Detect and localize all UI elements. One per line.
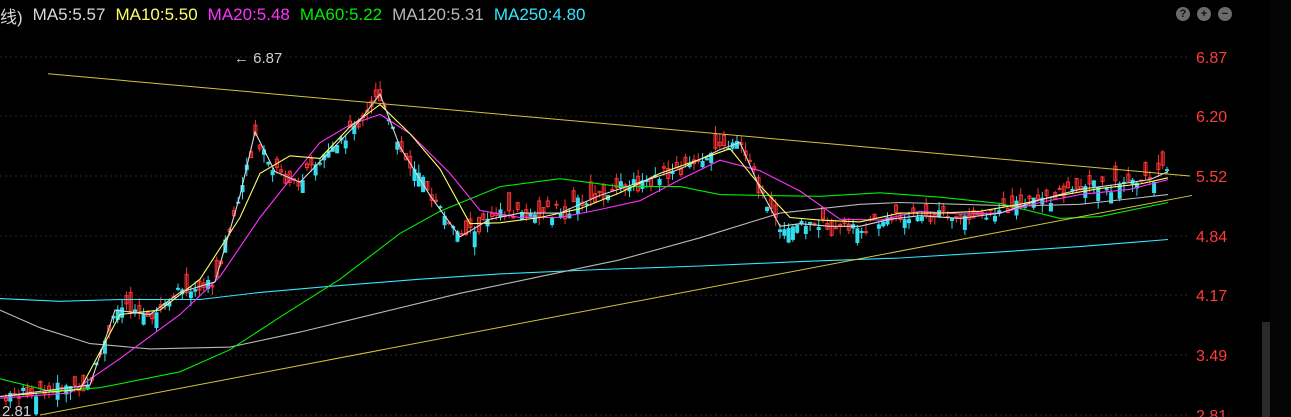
- legend-ma60: MA60:5.22: [299, 5, 383, 24]
- candle-body: [984, 217, 989, 220]
- candle-body: [915, 216, 920, 222]
- candle-body: [1057, 187, 1062, 190]
- candle-body: [300, 180, 305, 193]
- candle-body: [735, 140, 739, 149]
- chart-controls: ? + −: [1176, 7, 1232, 21]
- annotations: ← 6.87 2.81: [2, 50, 282, 417]
- candle-body: [1096, 187, 1101, 201]
- trendlines: [39, 73, 1193, 416]
- candle-body: [511, 216, 516, 219]
- candle-body: [528, 213, 533, 217]
- trendline-upper: [47, 73, 1191, 177]
- candle-body: [778, 229, 782, 232]
- candle-body: [855, 228, 860, 243]
- candle-body: [459, 233, 464, 236]
- legend-ma20: MA20:5.48: [207, 5, 290, 24]
- candle-body: [937, 210, 942, 218]
- side-panel-edge: [1270, 0, 1291, 417]
- y-tick-label: 3.49: [1196, 348, 1227, 365]
- candle-body: [335, 145, 340, 154]
- ma-line-ma10: [0, 103, 1169, 398]
- candle-body: [1104, 188, 1109, 191]
- candle-body: [1152, 182, 1157, 193]
- candle-body: [550, 217, 555, 226]
- y-tick-label: 2.81: [1196, 408, 1227, 417]
- ma-legend: 线) MA5:5.57 MA10:5.50 MA20:5.48 MA60:5.2…: [0, 0, 1180, 30]
- candle-body: [790, 226, 795, 240]
- help-icon[interactable]: ?: [1176, 7, 1190, 21]
- candle-body: [154, 312, 159, 329]
- candle-body: [803, 225, 808, 234]
- candle-body: [993, 215, 997, 222]
- candle-body: [881, 221, 886, 227]
- candle-body: [120, 307, 125, 318]
- candle-body: [950, 218, 954, 222]
- candle-body: [188, 291, 193, 299]
- candle-body: [919, 216, 924, 222]
- candle-body: [141, 313, 146, 325]
- legend-ma10: MA10:5.50: [115, 5, 198, 24]
- ma-line-ma60: [0, 178, 1169, 392]
- scrollbar[interactable]: [1262, 322, 1270, 417]
- candle-body: [1070, 188, 1075, 191]
- candle-body: [859, 230, 864, 233]
- legend-ma120: MA120:5.31: [392, 5, 484, 24]
- moving-average-lines: [0, 92, 1169, 399]
- candle-body: [472, 231, 477, 248]
- candle-body: [270, 170, 275, 176]
- candle-body: [193, 289, 198, 292]
- legend-prefix: 线): [0, 7, 23, 27]
- candle-body: [266, 162, 271, 165]
- candle-body: [657, 179, 662, 186]
- ma-line-ma250: [0, 238, 1169, 302]
- candle-body: [782, 229, 787, 236]
- price-chart: 6.87 6.20 5.52 4.84 4.17 3.49 2.81 ← 6.87 2.81: [0, 50, 1227, 417]
- candle-body: [902, 219, 907, 229]
- candle-body: [876, 224, 881, 229]
- trendline-lower: [39, 194, 1193, 416]
- y-axis-ticks: 6.87 6.20 5.52 4.84 4.17 3.49 2.81: [1196, 50, 1227, 417]
- candle-body: [1165, 169, 1169, 172]
- candle-body: [343, 140, 348, 149]
- y-tick-label: 5.52: [1196, 169, 1227, 186]
- y-tick-label: 4.84: [1196, 229, 1227, 246]
- candle-body: [747, 159, 752, 162]
- y-tick-label: 4.17: [1196, 288, 1227, 305]
- candle-body: [34, 396, 39, 415]
- legend-ma250: MA250:4.80: [493, 5, 586, 24]
- low-annotation: 2.81: [2, 403, 31, 417]
- candle-body: [795, 224, 800, 233]
- candle-body: [16, 396, 21, 399]
- grid: [0, 56, 1190, 416]
- candle-body: [700, 161, 705, 168]
- candle-body: [786, 228, 791, 243]
- high-annotation: ← 6.87: [234, 50, 282, 67]
- candle-body: [907, 219, 911, 224]
- candle-body: [816, 227, 821, 231]
- candle-body: [864, 231, 868, 234]
- ma-line-ma20: [0, 113, 1169, 399]
- candle-body: [584, 203, 589, 206]
- candlesticks: [4, 80, 1169, 416]
- candle-body: [808, 221, 813, 224]
- zoom-out-icon[interactable]: −: [1218, 7, 1232, 21]
- candle-body: [1091, 180, 1096, 187]
- y-tick-label: 6.20: [1196, 109, 1227, 126]
- candle-body: [176, 287, 180, 290]
- candle-body: [21, 387, 26, 391]
- ma-line-ma5: [0, 92, 1169, 398]
- candle-body: [610, 188, 615, 191]
- y-tick-label: 6.87: [1196, 50, 1227, 67]
- zoom-in-icon[interactable]: +: [1197, 7, 1211, 21]
- ma-line-ma120: [0, 194, 1169, 350]
- legend-ma5: MA5:5.57: [32, 5, 106, 24]
- candle-body: [554, 203, 559, 206]
- candle-body: [765, 206, 770, 212]
- candle-body: [704, 158, 709, 161]
